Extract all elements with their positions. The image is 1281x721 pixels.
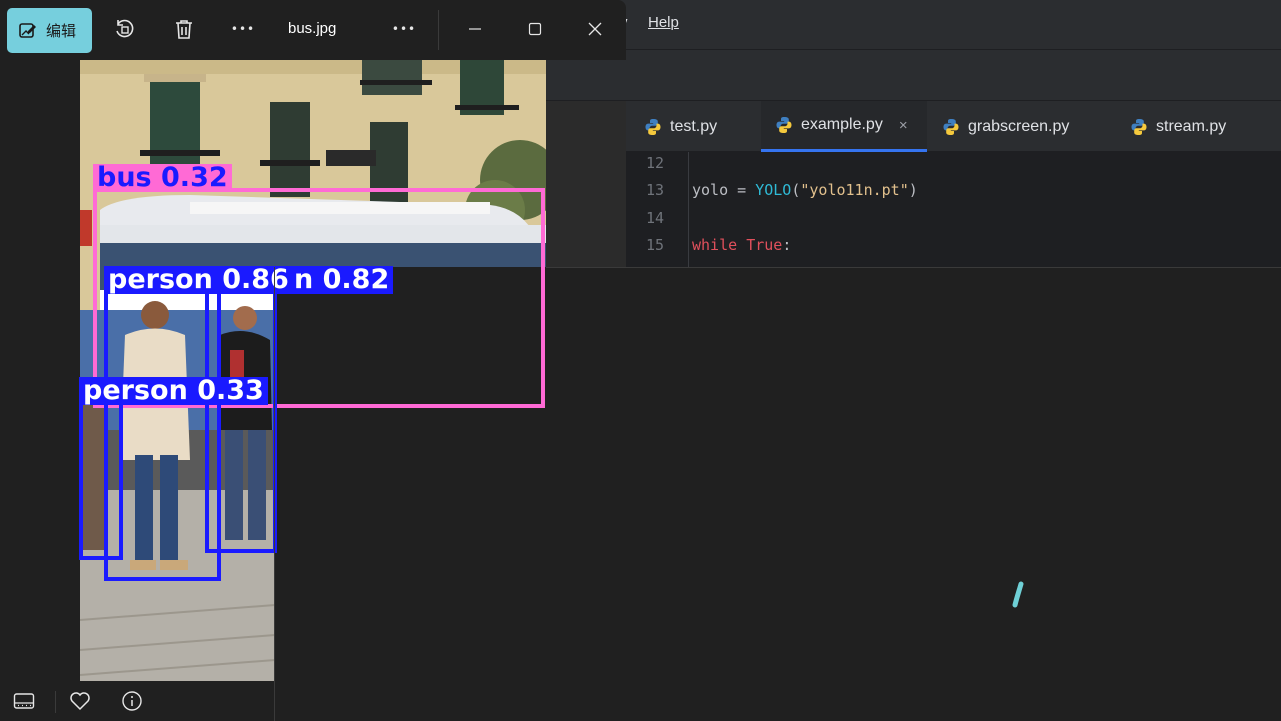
- python-file-icon: [776, 117, 792, 133]
- menu-item-help[interactable]: Help: [648, 14, 679, 31]
- maximize-icon: [528, 22, 542, 36]
- bus-detection-label: bus 0.32: [93, 164, 232, 192]
- viewer-bottom-bar: [0, 681, 275, 721]
- python-file-icon: [943, 118, 959, 135]
- file-name: bus.jpg: [288, 20, 337, 37]
- photo-viewer-window: 编辑 ••• bus.jpg ••• bus 0.32 n 0.82 perso…: [0, 0, 626, 721]
- filmstrip-icon: [13, 693, 35, 709]
- more-options-button[interactable]: •••: [229, 15, 257, 43]
- tab-label: test.py: [670, 117, 718, 135]
- viewer-canvas-margin: [0, 60, 80, 681]
- tab-stream-py[interactable]: stream.py: [1130, 101, 1226, 152]
- trash-icon: [176, 20, 192, 39]
- person-detection-label: n 0.82: [290, 266, 394, 294]
- maximize-button[interactable]: [521, 15, 549, 43]
- code-line-15: while True:: [692, 236, 791, 254]
- code-token-keyword: True: [746, 236, 783, 254]
- person-detection-label: person 0.33: [79, 377, 268, 405]
- person-detection-label: person 0.86: [104, 266, 293, 294]
- line-number: 13: [646, 181, 665, 199]
- edit-button-label: 编辑: [46, 22, 77, 40]
- editor-tab-bar: test.py example.py × grabscreen.py strea…: [626, 101, 1281, 152]
- python-file-icon: [1131, 118, 1147, 135]
- delete-button[interactable]: [170, 15, 198, 43]
- line-number: 12: [646, 154, 665, 172]
- tab-example-py[interactable]: example.py ×: [761, 101, 927, 152]
- edit-image-icon: [19, 22, 36, 38]
- person-detection-box: [205, 290, 277, 553]
- minimize-button[interactable]: [461, 15, 489, 43]
- code-token-class: YOLO: [755, 181, 792, 199]
- python-file-icon: [645, 118, 661, 135]
- code-token: ): [908, 181, 918, 199]
- tab-test-py[interactable]: test.py: [644, 101, 717, 152]
- viewer-titlebar: 编辑 ••• bus.jpg •••: [0, 0, 626, 60]
- code-token-keyword: while: [692, 236, 738, 254]
- minimize-icon: [469, 28, 481, 30]
- tab-label: grabscreen.py: [968, 117, 1070, 135]
- heart-icon: [70, 692, 90, 711]
- line-number: 14: [646, 209, 665, 227]
- info-button[interactable]: [120, 689, 144, 713]
- tab-grabscreen-py[interactable]: grabscreen.py: [942, 101, 1069, 152]
- favorite-button[interactable]: [68, 689, 92, 713]
- code-token: yolo =: [692, 181, 756, 199]
- rotate-button[interactable]: [110, 15, 138, 43]
- loading-spinner-icon: [1012, 581, 1024, 608]
- info-icon: [122, 691, 142, 711]
- close-button[interactable]: [581, 15, 609, 43]
- edit-button[interactable]: 编辑: [7, 8, 92, 53]
- tab-label: stream.py: [1156, 117, 1227, 135]
- close-icon: [588, 22, 602, 36]
- code-token: :: [782, 236, 792, 254]
- close-tab-icon[interactable]: ×: [899, 117, 908, 134]
- person-detection-box: [79, 401, 123, 560]
- line-number: 15: [646, 236, 665, 254]
- titlebar-divider: [438, 10, 439, 50]
- file-more-button[interactable]: •••: [390, 15, 418, 43]
- code-editor[interactable]: 12 13 14 15 yolo = YOLO("yolo11n.pt") wh…: [626, 152, 1281, 267]
- tab-label: example.py: [801, 116, 883, 133]
- screen: v Help test.py example.py × grabscreen.p…: [0, 0, 1281, 721]
- code-line-13: yolo = YOLO("yolo11n.pt"): [692, 181, 918, 199]
- rotate-icon: [116, 19, 134, 38]
- bottom-bar-divider: [55, 691, 56, 713]
- filmstrip-button[interactable]: [12, 689, 36, 713]
- viewer-edge: [274, 267, 275, 721]
- code-token-string: "yolo11n.pt": [800, 181, 909, 199]
